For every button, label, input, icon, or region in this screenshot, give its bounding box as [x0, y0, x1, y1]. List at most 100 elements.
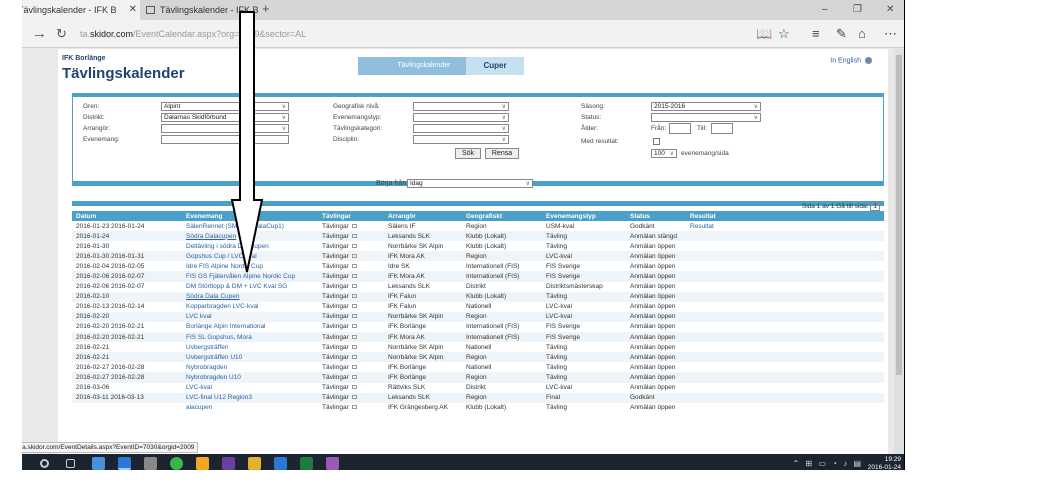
event-link[interactable]: Nybrobragden U10: [182, 372, 318, 383]
evtyp-select[interactable]: [413, 113, 509, 122]
competitions-link[interactable]: Tävlingar: [318, 221, 384, 231]
event-link[interactable]: SälenRennet (SM-kval/DalaCup1): [182, 221, 318, 231]
page-select[interactable]: 1: [870, 202, 880, 211]
result-link[interactable]: [686, 332, 884, 343]
event-link[interactable]: Idre FIS Alpine Nordic Cup: [182, 261, 318, 271]
chrome-icon[interactable]: [170, 457, 183, 470]
excel-icon[interactable]: [300, 457, 313, 470]
reading-view-icon[interactable]: 📖: [756, 24, 772, 44]
event-link[interactable]: Uvbergsträffen: [182, 342, 318, 352]
result-link[interactable]: [686, 383, 884, 393]
fran-input[interactable]: [669, 123, 691, 134]
competitions-link[interactable]: Tävlingar: [318, 403, 384, 413]
event-link[interactable]: Gopshus Cup / LVC kval: [182, 251, 318, 262]
result-link[interactable]: [686, 403, 884, 413]
result-link[interactable]: [686, 261, 884, 271]
english-link[interactable]: In English: [830, 57, 872, 64]
borja-select[interactable]: Idag: [407, 179, 533, 188]
edge-icon[interactable]: [118, 457, 131, 470]
forward-arrow-icon[interactable]: →: [32, 24, 47, 44]
competitions-link[interactable]: Tävlingar: [318, 302, 384, 312]
event-link[interactable]: DM Störtlopp & DM + LVC Kval SG: [182, 282, 318, 292]
search-icon[interactable]: [40, 459, 49, 468]
event-link[interactable]: alacupen: [182, 403, 318, 413]
competitions-link[interactable]: Tävlingar: [318, 322, 384, 332]
tab-tavlingskalender[interactable]: Tävlingskalender: [358, 57, 470, 75]
event-link[interactable]: Borlänge Alpin International: [182, 322, 318, 332]
rensa-button[interactable]: Rensa: [485, 148, 519, 159]
event-link[interactable]: Nybrobragden: [182, 362, 318, 372]
column-header[interactable]: Tävlingar: [318, 211, 384, 221]
competitions-link[interactable]: Tävlingar: [318, 241, 384, 251]
browser-tab-2[interactable]: Tävlingskalender - IFK Bor: [142, 0, 258, 20]
competitions-link[interactable]: Tävlingar: [318, 291, 384, 302]
result-link[interactable]: [686, 342, 884, 352]
event-link[interactable]: FIS SL Gopshus, Mora: [182, 332, 318, 343]
web-note-icon[interactable]: ✎: [836, 24, 847, 44]
result-link[interactable]: [686, 392, 884, 403]
close-tab-icon[interactable]: ✕: [129, 0, 137, 20]
competitions-link[interactable]: Tävlingar: [318, 332, 384, 343]
column-header[interactable]: Geografiskt: [462, 211, 542, 221]
favorite-star-icon[interactable]: ☆: [778, 24, 790, 44]
column-header[interactable]: Evenemang: [182, 211, 318, 221]
event-link[interactable]: LVC kval: [182, 311, 318, 322]
result-link[interactable]: [686, 231, 884, 242]
column-header[interactable]: Resultat: [686, 211, 884, 221]
column-header[interactable]: Evenemangstyp: [542, 211, 626, 221]
event-link[interactable]: Södra Dalacupen: [182, 231, 318, 242]
column-header[interactable]: Status: [626, 211, 686, 221]
folder-icon[interactable]: [248, 457, 261, 470]
column-header[interactable]: Arrangör: [384, 211, 462, 221]
result-link[interactable]: [686, 302, 884, 312]
sasong-select[interactable]: 2015-2016: [651, 102, 761, 111]
refresh-icon[interactable]: ↻: [56, 24, 67, 44]
share-icon[interactable]: ⌂: [858, 24, 866, 44]
url-field[interactable]: ta.skidor.com/EventCalendar.aspx?org=200…: [80, 26, 500, 42]
competitions-link[interactable]: Tävlingar: [318, 372, 384, 383]
competitions-link[interactable]: Tävlingar: [318, 271, 384, 282]
app-icon-orange[interactable]: [196, 457, 209, 470]
scrollbar-thumb[interactable]: [896, 55, 902, 375]
competitions-link[interactable]: Tävlingar: [318, 311, 384, 322]
competitions-link[interactable]: Tävlingar: [318, 392, 384, 403]
result-link[interactable]: [686, 372, 884, 383]
event-link[interactable]: Kopparbragden LVC-kval: [182, 302, 318, 312]
column-header[interactable]: Datum: [72, 211, 182, 221]
event-link[interactable]: Södra Dala Cupen: [182, 291, 318, 302]
new-tab-button[interactable]: +: [262, 0, 270, 18]
more-icon[interactable]: ⋯: [884, 24, 897, 44]
result-link[interactable]: [686, 291, 884, 302]
app-icon-blue[interactable]: [274, 457, 287, 470]
medresultat-checkbox[interactable]: [653, 138, 660, 145]
competitions-link[interactable]: Tävlingar: [318, 383, 384, 393]
gren-select[interactable]: Alpint: [161, 102, 289, 111]
event-link[interactable]: LVC-final U12 Region3: [182, 392, 318, 403]
system-tray[interactable]: ⌃ ⊞ ▭ ◔ ♪ ▤: [793, 459, 863, 468]
competitions-link[interactable]: Tävlingar: [318, 352, 384, 363]
status-select[interactable]: [651, 113, 761, 122]
distrikt-select[interactable]: Dalarnas Skidförbund: [161, 113, 289, 122]
sok-button[interactable]: Sök: [455, 148, 481, 159]
tab-cuper[interactable]: Cuper: [466, 57, 524, 75]
tavkat-select[interactable]: [413, 124, 509, 133]
result-link[interactable]: [686, 271, 884, 282]
store-icon[interactable]: [144, 457, 157, 470]
competitions-link[interactable]: Tävlingar: [318, 282, 384, 292]
competitions-link[interactable]: Tävlingar: [318, 231, 384, 242]
event-link[interactable]: Deltävling i södra Dalacupen: [182, 241, 318, 251]
task-view-icon[interactable]: [66, 459, 75, 468]
page-scrollbar[interactable]: [894, 49, 904, 454]
event-link[interactable]: Uvbergsträffen U10: [182, 352, 318, 363]
evenemang-input[interactable]: [161, 135, 289, 144]
result-link[interactable]: [686, 241, 884, 251]
result-link[interactable]: [686, 282, 884, 292]
explorer-icon[interactable]: [92, 457, 105, 470]
geo-select[interactable]: [413, 102, 509, 111]
minimize-button[interactable]: –: [822, 0, 828, 20]
close-window-button[interactable]: ✕: [886, 0, 894, 20]
result-link[interactable]: [686, 251, 884, 262]
competitions-link[interactable]: Tävlingar: [318, 261, 384, 271]
result-link[interactable]: [686, 362, 884, 372]
result-link[interactable]: [686, 352, 884, 363]
